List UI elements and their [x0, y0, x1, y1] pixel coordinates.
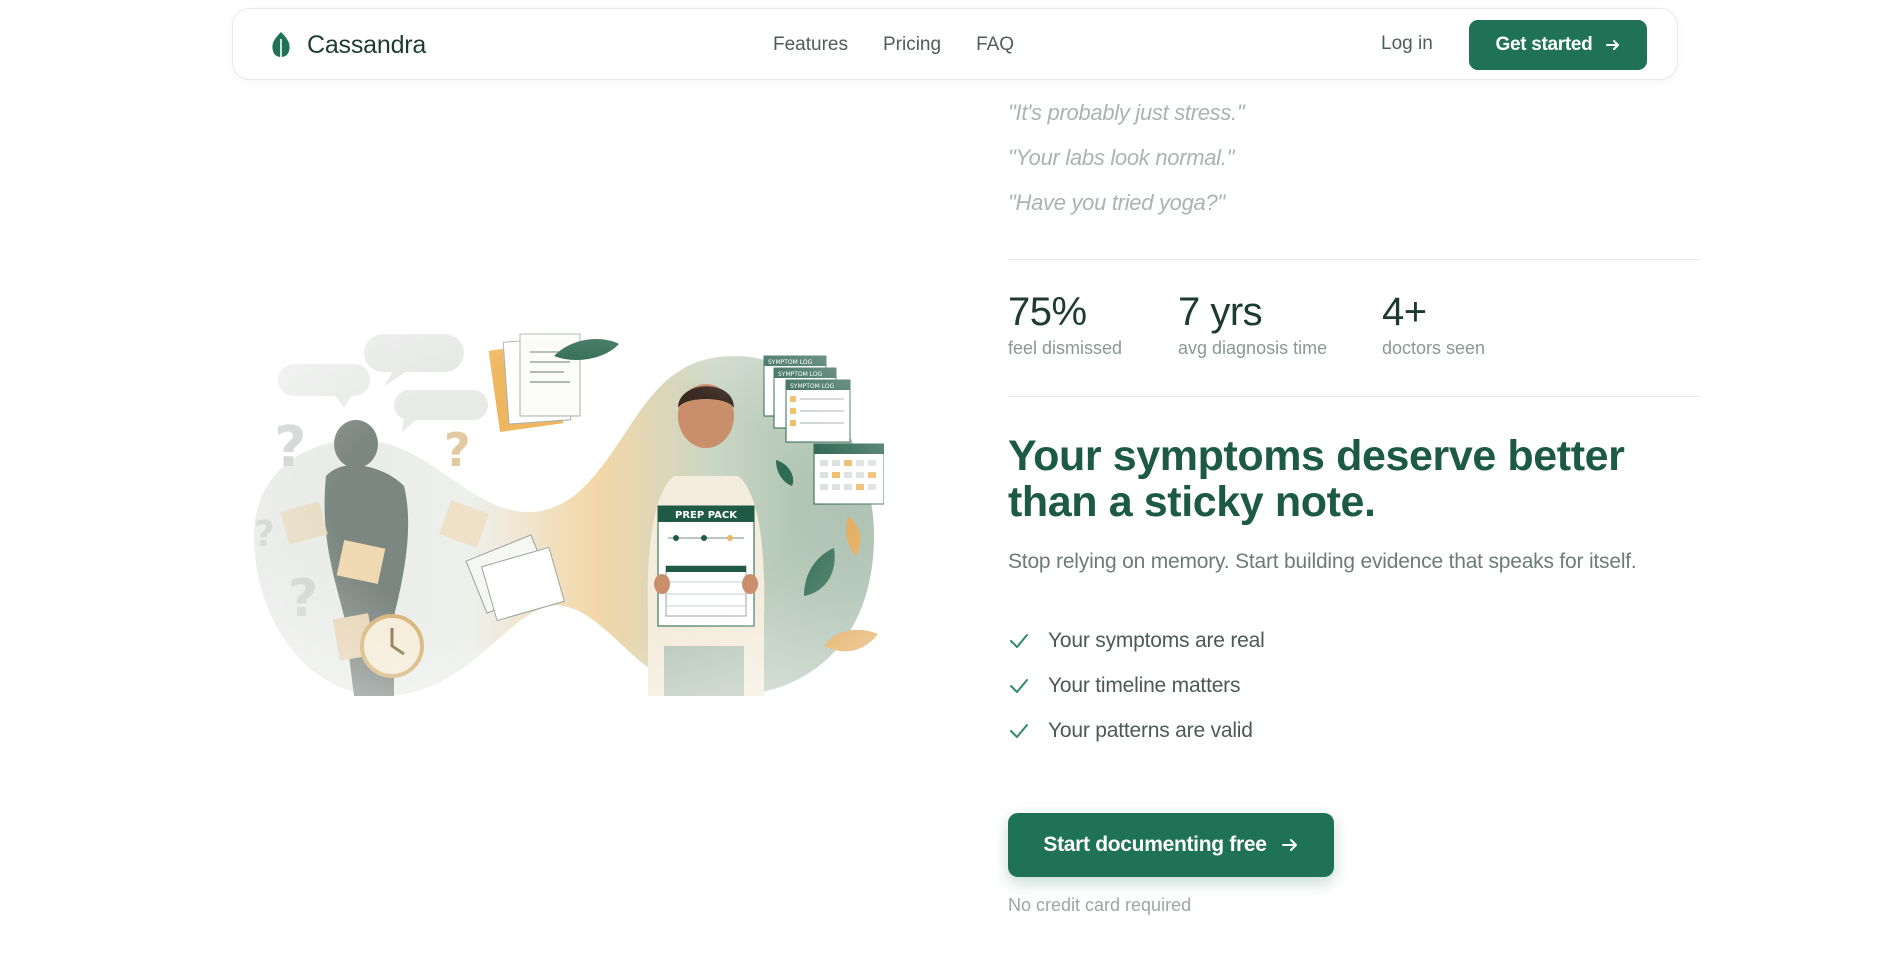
check-icon	[1010, 678, 1028, 693]
dismissive-quotes: "It's probably just stress." "Your labs …	[1008, 96, 1245, 231]
nav-links: Features Pricing FAQ	[773, 9, 1014, 81]
brand-name: Cassandra	[307, 30, 427, 59]
top-nav: Cassandra Features Pricing FAQ Log in Ge…	[232, 8, 1678, 80]
leaf-logo-icon	[272, 32, 290, 57]
arrow-right-icon	[1281, 839, 1297, 851]
checklist-item: Your timeline matters	[1008, 663, 1265, 708]
quote-yoga: "Have you tried yoga?"	[1008, 190, 1225, 215]
quote-stress: "It's probably just stress."	[1008, 100, 1245, 125]
nav-link-pricing[interactable]: Pricing	[883, 34, 941, 56]
hero-subhead: Stop relying on memory. Start building e…	[1008, 550, 1637, 573]
stat-label: avg diagnosis time	[1178, 338, 1328, 358]
checklist: Your symptoms are real Your timeline mat…	[1008, 618, 1265, 753]
checklist-text: Your timeline matters	[1048, 673, 1241, 697]
stat-label: doctors seen	[1382, 338, 1486, 358]
brand[interactable]: Cassandra	[269, 29, 426, 61]
nav-link-features[interactable]: Features	[773, 34, 848, 56]
quote-labs: "Your labs look normal."	[1008, 145, 1235, 170]
hero-headline: Your symptoms deserve better than a stic…	[1008, 432, 1625, 526]
checklist-item: Your patterns are valid	[1008, 708, 1265, 753]
arrow-right-icon	[1605, 40, 1619, 50]
nav-link-faq[interactable]: FAQ	[976, 34, 1014, 56]
stat-value: 75%	[1008, 290, 1087, 334]
check-icon	[1010, 633, 1028, 648]
divider-top	[1008, 259, 1700, 260]
stat-label: feel dismissed	[1008, 338, 1123, 358]
stat-doctors: 4+ doctors seen	[1382, 288, 1485, 359]
divider-bottom	[1008, 396, 1700, 397]
checklist-text: Your symptoms are real	[1048, 628, 1265, 652]
stats-row: 75% feel dismissed 7 yrs avg diagnosis t…	[1008, 288, 1533, 359]
get-started-button[interactable]: Get started	[1469, 20, 1647, 70]
hero-illustration: ? ? ? ? SYMPTOM LOG SYMPTOM LOG SYMPTOM …	[244, 316, 884, 696]
stat-value: 7 yrs	[1178, 290, 1263, 334]
check-icon	[1010, 723, 1028, 738]
stat-dismissed: 75% feel dismissed	[1008, 288, 1130, 359]
login-link[interactable]: Log in	[1381, 33, 1433, 55]
start-documenting-button[interactable]: Start documenting free	[1008, 813, 1334, 877]
start-documenting-label: Start documenting free	[1043, 833, 1267, 856]
checklist-text: Your patterns are valid	[1048, 718, 1253, 742]
stat-value: 4+	[1382, 290, 1427, 334]
get-started-label: Get started	[1495, 34, 1593, 55]
checklist-item: Your symptoms are real	[1008, 618, 1265, 663]
no-credit-card-note: No credit card required	[1008, 895, 1192, 915]
stat-diagnosis-time: 7 yrs avg diagnosis time	[1178, 288, 1334, 359]
